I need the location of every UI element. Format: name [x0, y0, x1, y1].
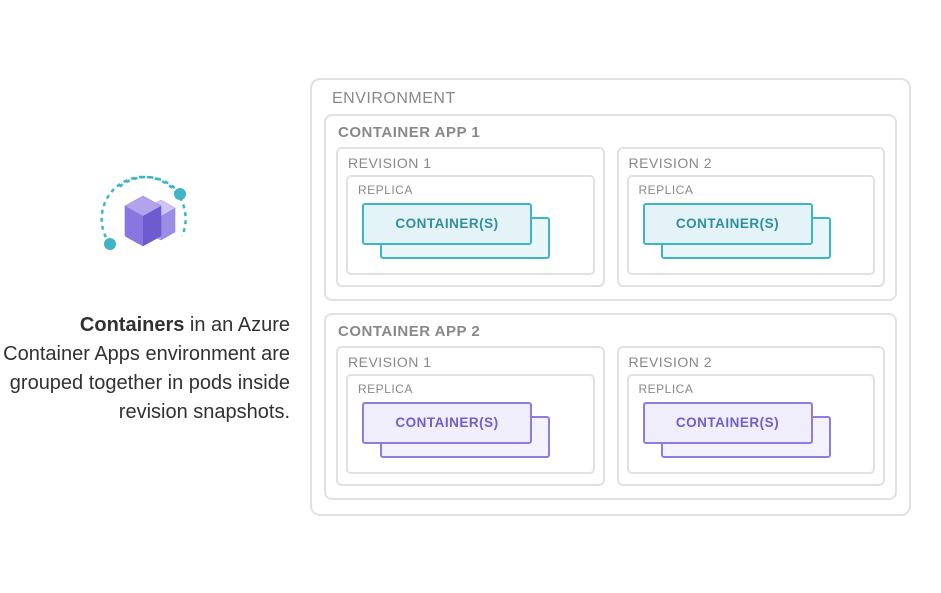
container-stack: CONTAINER(S) — [362, 203, 579, 261]
revisions-row: REVISION 1 REPLICA CONTAINER(S) REVISION… — [336, 346, 885, 486]
container-stack: CONTAINER(S) — [643, 203, 860, 261]
description-strong: Containers — [80, 314, 184, 336]
replica-box: REPLICA CONTAINER(S) — [627, 175, 876, 275]
container-card-front: CONTAINER(S) — [362, 402, 532, 444]
replica-label: REPLICA — [639, 382, 866, 396]
replica-box: REPLICA CONTAINER(S) — [346, 374, 595, 474]
revision-box: REVISION 1 REPLICA CONTAINER(S) — [336, 346, 605, 486]
revision-box: REVISION 2 REPLICA CONTAINER(S) — [617, 147, 886, 287]
replica-box: REPLICA CONTAINER(S) — [627, 374, 876, 474]
revision-label: REVISION 2 — [629, 354, 876, 370]
container-stack: CONTAINER(S) — [643, 402, 860, 460]
environment-label: ENVIRONMENT — [328, 90, 460, 108]
container-card-front: CONTAINER(S) — [643, 203, 813, 245]
revisions-row: REVISION 1 REPLICA CONTAINER(S) REVISION… — [336, 147, 885, 287]
container-app-2: CONTAINER APP 2 REVISION 1 REPLICA CONTA… — [324, 313, 897, 500]
app-label: CONTAINER APP 2 — [338, 323, 885, 340]
revision-box: REVISION 1 REPLICA CONTAINER(S) — [336, 147, 605, 287]
app-label: CONTAINER APP 1 — [338, 124, 885, 141]
environment-box: ENVIRONMENT CONTAINER APP 1 REVISION 1 R… — [310, 78, 911, 516]
container-apps-icon — [90, 166, 200, 271]
container-stack: CONTAINER(S) — [362, 402, 579, 460]
revision-label: REVISION 1 — [348, 354, 595, 370]
description-text: Containers in an Azure Container Apps en… — [0, 311, 290, 427]
revision-label: REVISION 1 — [348, 155, 595, 171]
replica-label: REPLICA — [639, 183, 866, 197]
container-card-front: CONTAINER(S) — [362, 203, 532, 245]
revision-label: REVISION 2 — [629, 155, 876, 171]
diagram-area: ENVIRONMENT CONTAINER APP 1 REVISION 1 R… — [310, 78, 911, 516]
container-app-1: CONTAINER APP 1 REVISION 1 REPLICA CONTA… — [324, 114, 897, 301]
replica-label: REPLICA — [358, 183, 585, 197]
container-card-front: CONTAINER(S) — [643, 402, 813, 444]
revision-box: REVISION 2 REPLICA CONTAINER(S) — [617, 346, 886, 486]
replica-box: REPLICA CONTAINER(S) — [346, 175, 595, 275]
left-panel: Containers in an Azure Container Apps en… — [0, 166, 310, 427]
replica-label: REPLICA — [358, 382, 585, 396]
